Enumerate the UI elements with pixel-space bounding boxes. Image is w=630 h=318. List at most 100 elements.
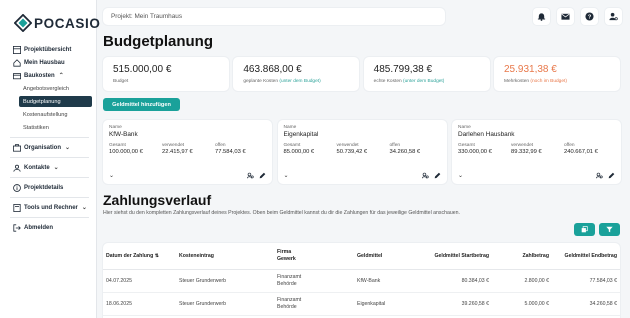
funds-list: Name KfW-Bank Gesamt 100.000,00 € verwend… [103,120,621,184]
cell-firma: Finanzamt [277,297,302,303]
top-actions: ? [526,8,622,25]
fund-actions: ⌄ [458,172,615,179]
fund-name-label: Name [283,125,297,130]
fund-name-label: Name [109,125,122,130]
cell-fund: Eigenkapital [357,301,386,307]
cell-amount: 5.000,00 € [524,301,549,307]
mail-icon [561,13,570,20]
fund-total-value: 85.000,00 € [283,149,315,155]
sidebar-item-kontakte[interactable]: Kontakte ⌄ [0,161,97,174]
chevron-down-icon[interactable]: ⌄ [458,172,463,179]
summary-value: 515.000,00 € [113,64,172,75]
column-header-start: Geldmittel Startbetrag [434,253,489,259]
account-settings-button[interactable] [605,8,622,25]
table-row[interactable]: 18.06.2025 Steuer Grunderwerb Finanzamt B… [103,293,620,316]
logout-icon [13,223,21,232]
fund-used-label: verwendet [336,143,359,148]
edit-icon[interactable] [608,172,615,179]
fund-used-value: 89.332,99 € [511,149,542,155]
edit-icon[interactable] [434,172,441,179]
view-payments-icon[interactable] [421,172,429,179]
help-icon: ? [585,12,594,21]
sidebar-item-label: Organisation [24,144,62,151]
divider [10,217,89,218]
summary-label: echte Kosten (unter dem Budget) [374,79,490,84]
column-header-date[interactable]: Datum der Zahlung ⇅ [103,253,177,259]
sidebar-item-label: Tools und Rechner [24,204,78,211]
wallet-icon [13,72,21,80]
sidebar-item-projektdetails[interactable]: Projektdetails [0,181,97,194]
chevron-down-icon: ⌄ [81,205,87,211]
divider [10,157,89,158]
cell-entry: Steuer Grunderwerb [179,301,226,307]
export-button[interactable] [574,223,595,236]
fund-figures: Gesamt 330.000,00 € verwendet 89.332,99 € … [458,143,621,155]
sidebar-item-mein-hausbau[interactable]: Mein Hausbau [0,56,97,69]
chevron-down-icon: ⌄ [65,145,71,151]
logo[interactable]: POCASIO [14,14,100,32]
fund-name-label: Name [458,125,471,130]
fund-total-label: Gesamt [283,143,301,148]
chevron-down-icon[interactable]: ⌄ [109,172,114,179]
cell-entry: Steuer Grunderwerb [179,278,226,284]
help-button[interactable]: ? [581,8,598,25]
fund-action-icons [591,172,615,179]
budget-summary: 515.000,00 € Budget 463.868,00 € geplant… [103,57,620,91]
chevron-down-icon[interactable]: ⌄ [284,172,289,179]
notifications-button[interactable] [533,8,550,25]
summary-label-text: Mehrkosten [503,79,530,84]
cell-end: 77.584,03 € [589,278,617,284]
summary-status: (unter dem Budget) [279,79,321,84]
cell-amount: 2.800,00 € [524,278,549,284]
sidebar-item-label: Abmelden [24,224,54,231]
cell-date: 04.07.2025 [106,278,132,284]
summary-label: geplante Kosten (unter dem Budget) [243,79,359,84]
fund-used: verwendet 50.739,42 € [337,143,390,155]
project-selector[interactable]: Projekt: Mein Traumhaus [103,8,445,25]
home-icon [13,58,21,67]
fund-card: Name Darlehen Hausbank Gesamt 330.000,00 … [452,120,621,184]
sidebar-subitem-angebotsvergleich[interactable]: Angebotsvergleich [0,82,97,95]
messages-button[interactable] [557,8,574,25]
table-tools [570,223,620,236]
bell-icon [537,13,546,21]
view-payments-icon[interactable] [247,172,254,179]
fund-total-label: Gesamt [458,143,475,148]
table-row[interactable]: 04.07.2025 Steuer Grunderwerb Finanzamt B… [103,270,620,293]
fund-name: KfW-Bank [109,131,138,138]
fund-used-value: 50.739,42 € [336,149,368,155]
fund-figures: Gesamt 85.000,00 € verwendet 50.739,42 € o… [284,143,447,155]
sidebar-subitem-statistiken[interactable]: Statistiken [0,121,97,134]
sidebar-item-baukosten[interactable]: Baukosten ⌃ [0,69,97,82]
fund-card: Name Eigenkapital Gesamt 85.000,00 € verw… [277,120,447,184]
view-payments-icon[interactable] [596,172,603,179]
fund-used-label: verwendet [511,143,534,148]
sidebar-item-projektuebersicht[interactable]: Projektübersicht [0,43,97,56]
summary-label: Budget [113,79,229,84]
fund-open-value: 240.667,01 € [564,149,598,155]
payments-table: Datum der Zahlung ⇅ Kosteneintrag Firma G… [103,243,620,318]
cell-company: Finanzamt Behörde [275,274,355,288]
divider [10,197,89,198]
sidebar-item-organisation[interactable]: Organisation ⌄ [0,141,97,154]
sidebar-item-abmelden[interactable]: Abmelden [0,221,97,234]
sidebar-subitem-kostenaufstellung[interactable]: Kostenaufstellung [0,108,97,121]
edit-icon[interactable] [259,172,266,179]
summary-card-budget: 515.000,00 € Budget [103,57,229,91]
cell-fund: KfW-Bank [357,278,381,284]
sidebar-item-tools[interactable]: Tools und Rechner ⌄ [0,201,97,214]
table-header: Datum der Zahlung ⇅ Kosteneintrag Firma G… [103,243,620,270]
fund-used: verwendet 22.415,97 € [162,143,215,155]
sort-icon[interactable]: ⇅ [155,253,159,259]
copy-icon [581,226,588,233]
cell-end: 34.260,58 € [589,301,617,307]
chevron-up-icon: ⌃ [58,73,64,79]
sidebar-subitem-budgetplanung[interactable]: Budgetplanung [19,96,92,107]
add-funds-button[interactable]: Geldmittel hinzufügen [103,98,180,111]
sidebar-item-label: Mein Hausbau [24,59,65,66]
fund-used-label: verwendet [162,143,185,148]
cell-date: 18.06.2025 [106,301,132,307]
filter-button[interactable] [599,223,620,236]
divider [10,177,89,178]
page-title: Budgetplanung [103,33,213,50]
